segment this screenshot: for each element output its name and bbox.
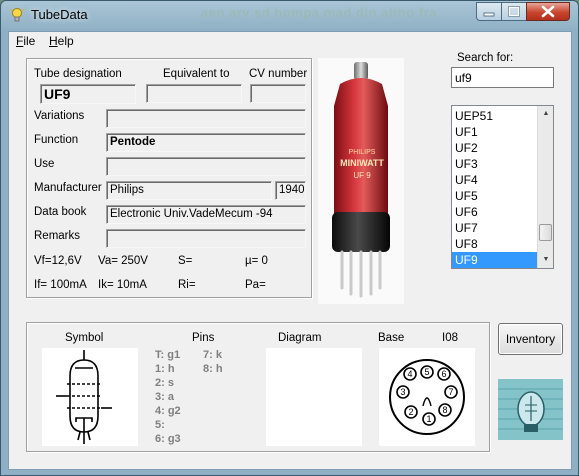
heater-current: If= 100mA: [34, 279, 87, 291]
function-field[interactable]: Pentode: [106, 133, 306, 152]
use-field[interactable]: [106, 157, 306, 176]
base-pin-2: 2: [408, 407, 413, 417]
amplification-factor: µ= 0: [245, 255, 268, 267]
remarks-field[interactable]: [106, 229, 306, 248]
tube-photo: PHILIPS MINIWATT UF 9: [318, 58, 404, 304]
base-pin-6: 6: [441, 369, 446, 379]
data-book-field[interactable]: Electronic Univ.VadeMecum -94: [106, 205, 306, 224]
variations-field[interactable]: [106, 109, 306, 128]
pins-label: Pins: [192, 332, 215, 344]
pin-entry: 8: h: [203, 363, 223, 375]
menu-bar: File Help: [9, 32, 571, 51]
tube-diagram-group: Symbol Pins Diagram Base I08 T: g1 1: h …: [26, 322, 490, 452]
cv-number-field[interactable]: [250, 84, 306, 103]
maximize-icon: [508, 6, 520, 17]
equivalent-to-label: Equivalent to: [163, 68, 230, 80]
pins-list-2: 7: k 8: h: [203, 348, 223, 376]
background-window-title: aen arv sd hompa mad din altho fra: [201, 5, 437, 20]
base-panel: 4 5 6 7 8 1 2 3: [379, 348, 475, 446]
diagram-panel: [266, 348, 362, 446]
list-item[interactable]: UF2: [452, 140, 538, 156]
base-diagram: 4 5 6 7 8 1 2 3: [389, 359, 465, 435]
list-item[interactable]: UF6: [452, 204, 538, 220]
pins-list-1: T: g1 1: h 2: s 3: a 4: g2 5: 6: g3: [155, 348, 181, 446]
app-logo: [498, 379, 563, 440]
base-pin-4: 4: [407, 369, 412, 379]
cv-number-label: CV number: [249, 68, 308, 80]
anode-voltage: Va= 250V: [98, 255, 148, 267]
tube-details-group: Tube designation Equivalent to CV number…: [26, 58, 312, 298]
symbol-label: Symbol: [65, 332, 104, 344]
base-label: Base: [378, 332, 405, 344]
close-icon: [541, 5, 555, 18]
base-type: I08: [442, 332, 458, 344]
pin-entry: 1: h: [155, 363, 175, 375]
client-area: File Help Tube designation Equivalent to…: [8, 31, 572, 470]
minimize-button[interactable]: [476, 2, 502, 21]
pin-entry: 6: g3: [155, 433, 181, 445]
list-item[interactable]: UF4: [452, 172, 538, 188]
title-bar[interactable]: TubeData aen arv sd hompa mad din altho …: [1, 1, 578, 29]
window-title: TubeData: [31, 7, 88, 22]
use-label: Use: [34, 158, 55, 170]
cathode-current: Ik= 10mA: [98, 279, 147, 291]
tube-listbox[interactable]: UEP51 UF1 UF2 UF3 UF4 UF5 UF6 UF7 UF8 UF…: [451, 105, 554, 269]
main-window: TubeData aen arv sd hompa mad din altho …: [0, 0, 579, 476]
base-pin-3: 3: [400, 387, 405, 397]
slope-value: S=: [178, 255, 193, 267]
search-input[interactable]: [451, 67, 554, 88]
data-book-label: Data book: [34, 206, 87, 218]
tube-type-mark: UF 9: [353, 171, 371, 180]
tube-brand-top: PHILIPS: [349, 149, 376, 156]
remarks-label: Remarks: [34, 230, 81, 242]
scroll-down-icon[interactable]: ▼: [538, 252, 553, 268]
tube-designation-field[interactable]: UF9: [40, 84, 136, 104]
internal-resistance: Ri=: [178, 279, 196, 291]
pin-entry: T: g1: [155, 349, 181, 361]
pin-entry: 5:: [155, 419, 165, 431]
list-item[interactable]: UF7: [452, 220, 538, 236]
menu-help[interactable]: Help: [49, 34, 74, 48]
pin-entry: 2: s: [155, 377, 174, 389]
maximize-button[interactable]: [501, 2, 527, 21]
list-item[interactable]: UF5: [452, 188, 538, 204]
lightbulb-icon[interactable]: [9, 7, 25, 23]
pin-entry: 3: a: [155, 391, 174, 403]
symbol-panel: [42, 348, 138, 446]
manufacturer-label: Manufacturer: [34, 182, 102, 194]
list-item[interactable]: UF3: [452, 156, 538, 172]
pentode-symbol: [56, 350, 112, 444]
function-label: Function: [34, 134, 79, 146]
base-pin-5: 5: [424, 367, 429, 377]
variations-label: Variations: [34, 110, 85, 122]
list-item[interactable]: UF8: [452, 236, 538, 252]
close-button[interactable]: [526, 2, 570, 21]
minimize-icon: [483, 12, 495, 17]
menu-file[interactable]: File: [16, 34, 35, 48]
list-scrollbar[interactable]: ▲ ▼: [537, 106, 553, 268]
equivalent-to-field[interactable]: [146, 84, 242, 103]
list-item[interactable]: UF1: [452, 124, 538, 140]
list-item[interactable]: UEP51: [452, 108, 538, 124]
anode-dissipation: Pa=: [245, 279, 266, 291]
inventory-button[interactable]: Inventory: [498, 323, 563, 355]
diagram-label: Diagram: [278, 332, 322, 344]
manufacturer-field[interactable]: Philips: [106, 181, 272, 200]
base-pin-8: 8: [442, 405, 447, 415]
scroll-thumb[interactable]: [539, 224, 552, 241]
year-field[interactable]: 1940: [275, 181, 306, 200]
pin-entry: 7: k: [203, 349, 222, 361]
tube-designation-label: Tube designation: [34, 68, 122, 80]
heater-voltage: Vf=12,6V: [34, 255, 82, 267]
base-pin-1: 1: [426, 414, 431, 424]
tube-logo-icon: [498, 379, 563, 440]
tube-brand-main: MINIWATT: [340, 158, 384, 168]
scroll-up-icon[interactable]: ▲: [538, 106, 553, 122]
search-label: Search for:: [457, 52, 514, 64]
base-pin-7: 7: [448, 387, 453, 397]
list-item-selected[interactable]: UF9: [452, 252, 538, 268]
pin-entry: 4: g2: [155, 405, 181, 417]
